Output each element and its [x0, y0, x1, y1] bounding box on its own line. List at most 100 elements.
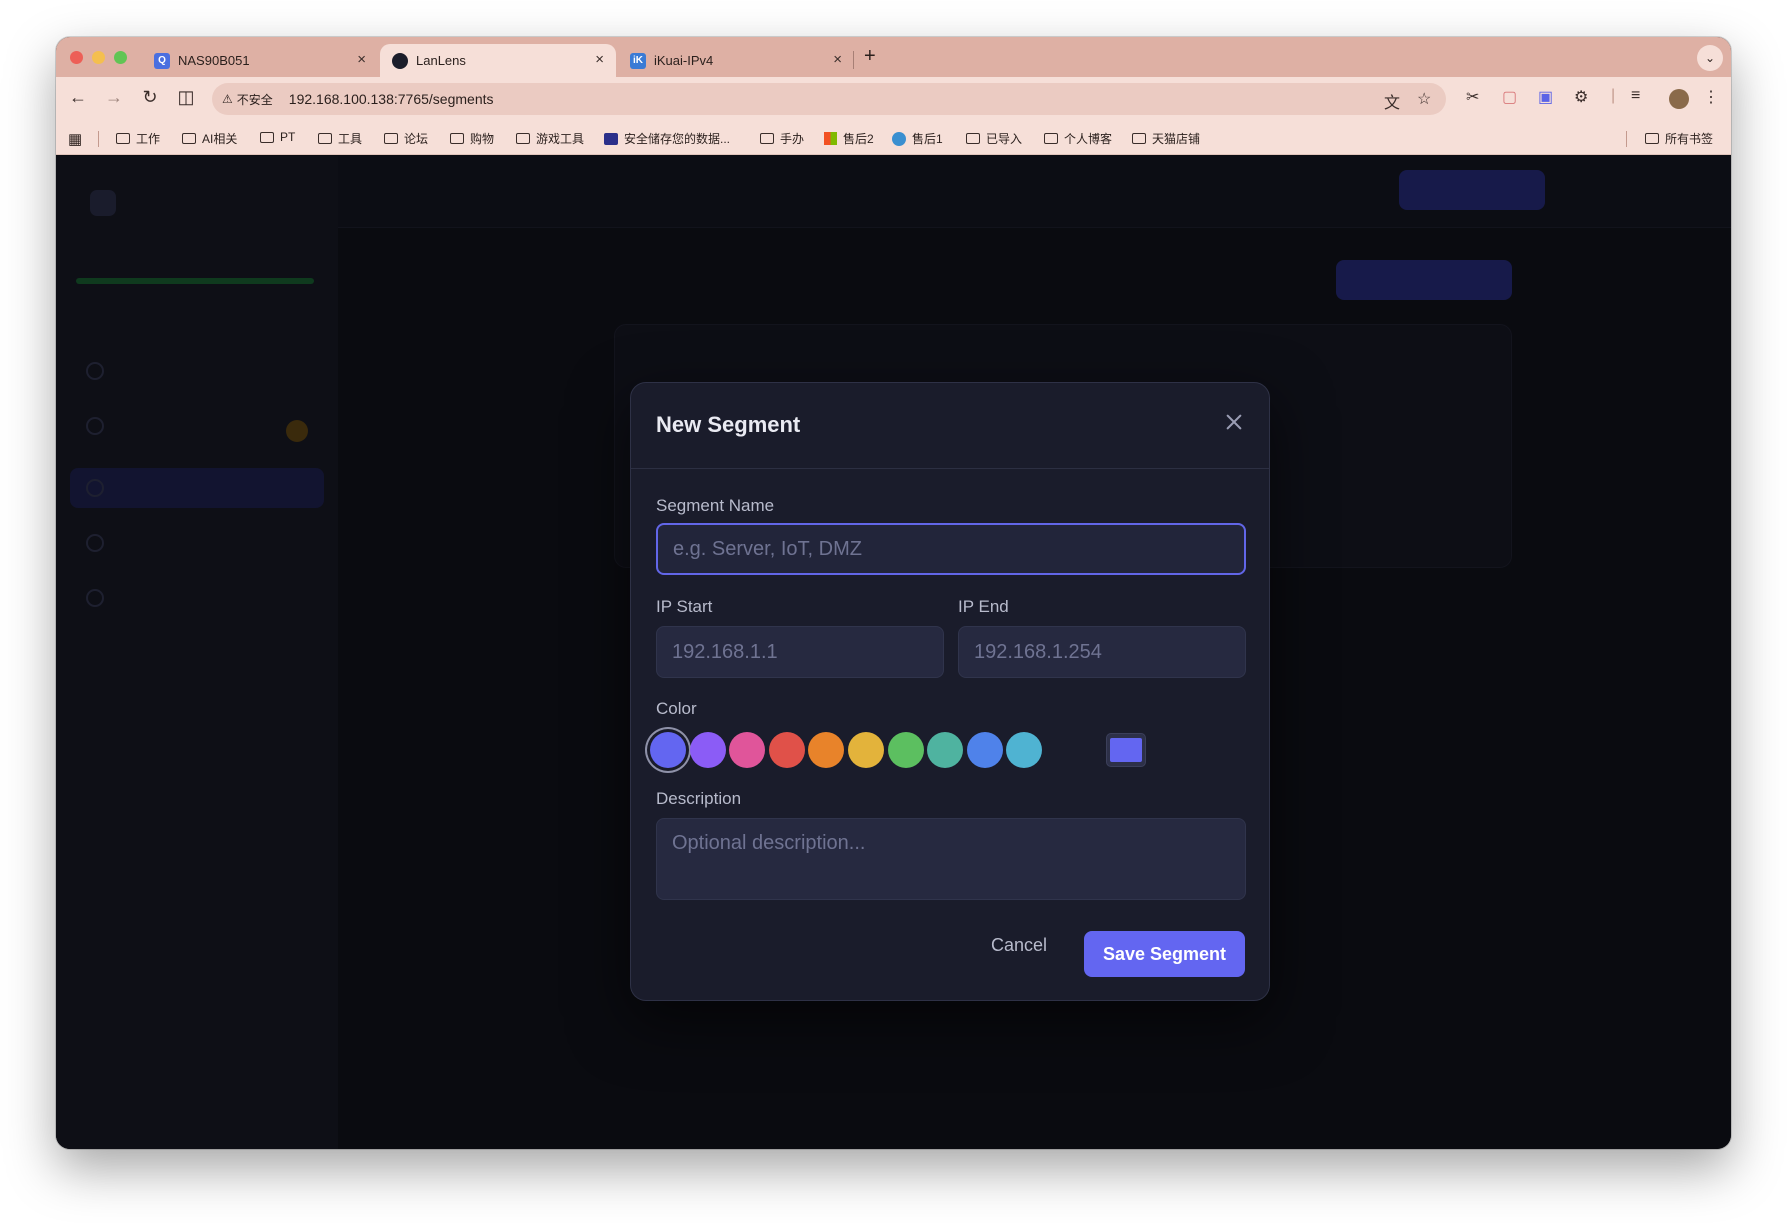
extension-bilibili-icon[interactable]: ▢ — [1502, 87, 1517, 107]
color-swatch[interactable] — [650, 732, 686, 768]
ip-end-input[interactable] — [958, 626, 1246, 678]
bookmark-link[interactable]: 售后2 — [824, 130, 874, 147]
maximize-window-button[interactable] — [114, 51, 127, 64]
all-bookmarks-folder[interactable]: 所有书签 — [1645, 130, 1713, 147]
globe-icon — [892, 131, 906, 146]
sidebar-item-segments-active[interactable] — [70, 468, 324, 508]
apps-grid-icon[interactable]: ▦ — [68, 130, 82, 148]
bookmark-label: 售后2 — [843, 132, 874, 146]
top-bar — [338, 156, 1731, 228]
profile-avatar[interactable] — [1669, 89, 1689, 109]
bookmark-folder[interactable]: 手办 — [760, 130, 804, 147]
segment-name-input[interactable] — [656, 523, 1246, 575]
color-swatch[interactable] — [768, 732, 805, 768]
description-label: Description — [656, 789, 742, 808]
color-swatch[interactable] — [808, 732, 845, 768]
reload-icon[interactable]: ↻ — [138, 87, 162, 108]
bookmark-folder[interactable]: 工作 — [116, 130, 160, 147]
extensions-puzzle-icon[interactable]: ⚙ — [1574, 87, 1588, 107]
description-textarea[interactable] — [656, 818, 1246, 900]
bookmark-folder[interactable]: 论坛 — [384, 130, 428, 147]
close-window-button[interactable] — [70, 51, 83, 64]
bookmark-star-icon[interactable]: ☆ — [1417, 89, 1431, 109]
color-label: Color — [656, 699, 697, 718]
bookmark-label: 个人博客 — [1064, 132, 1113, 146]
cancel-button[interactable]: Cancel — [991, 935, 1047, 956]
extension-app-icon[interactable]: ▣ — [1538, 87, 1553, 107]
close-tab-icon[interactable]: × — [595, 51, 604, 68]
segment-name-label: Segment Name — [656, 496, 775, 515]
color-swatch[interactable] — [689, 732, 726, 768]
custom-color-preview — [1110, 738, 1142, 762]
bookmark-folder[interactable]: 已导入 — [966, 130, 1022, 147]
bookmark-link[interactable]: 售后1 — [892, 130, 943, 147]
ip-start-label: IP Start — [656, 597, 713, 616]
bookmark-link[interactable]: 安全储存您的数据... — [604, 130, 730, 147]
bookmarks-bar: ▦ 工作 AI相关 PT 工具 论坛 购物 游戏工具 安全储存您的数据... 手… — [56, 121, 1731, 155]
new-tab-button[interactable]: + — [864, 45, 876, 68]
back-arrow-icon[interactable]: ← — [66, 87, 90, 108]
insecure-indicator[interactable]: ⚠ 不安全 — [222, 91, 273, 108]
sidebar-item-settings[interactable] — [86, 583, 104, 613]
close-icon[interactable] — [1223, 411, 1245, 433]
secure-storage-icon — [604, 132, 618, 145]
app-logo-icon — [90, 190, 116, 216]
scan-now-button[interactable] — [1399, 170, 1545, 210]
folder-icon — [116, 133, 130, 144]
new-segment-button[interactable] — [1336, 260, 1512, 300]
bookmark-folder[interactable]: 购物 — [450, 130, 494, 147]
bookmark-folder[interactable]: 游戏工具 — [516, 130, 584, 147]
save-segment-button[interactable]: Save Segment — [1084, 931, 1245, 977]
gear-icon — [86, 589, 104, 607]
bookmark-label: 售后1 — [912, 132, 943, 146]
scan-icon — [86, 534, 104, 552]
custom-color-picker[interactable] — [1106, 733, 1146, 767]
bookmark-folder[interactable]: PT — [260, 130, 295, 144]
color-swatch[interactable] — [1006, 732, 1043, 768]
bookmarks-divider — [98, 131, 99, 147]
folder-icon — [1645, 133, 1659, 144]
color-swatch[interactable] — [887, 732, 924, 768]
tab-ikuai[interactable]: iK iKuai-IPv4 × — [618, 44, 854, 77]
segments-icon — [86, 479, 104, 497]
close-tab-icon[interactable]: × — [357, 51, 366, 68]
kebab-menu-icon[interactable]: ⋮ — [1703, 87, 1719, 107]
bookmark-folder[interactable]: AI相关 — [182, 130, 237, 147]
split-view-icon[interactable]: ◫ — [174, 87, 198, 108]
tab-lanlens[interactable]: LanLens × — [380, 44, 616, 77]
color-swatch[interactable] — [729, 732, 766, 768]
tab-search-chevron-icon[interactable]: ⌄ — [1697, 45, 1723, 71]
bookmark-label: 工作 — [136, 132, 161, 146]
folder-icon — [760, 133, 774, 144]
sidebar-item-notifications[interactable] — [86, 411, 104, 441]
folder-icon — [182, 133, 196, 144]
media-queue-icon[interactable]: ≡ — [1631, 87, 1640, 105]
bookmark-label: 游戏工具 — [536, 132, 585, 146]
folder-icon — [260, 131, 274, 143]
sidebar — [56, 156, 338, 1149]
tab-nas[interactable]: Q NAS90B051 × — [142, 44, 378, 77]
color-swatch[interactable] — [966, 732, 1003, 768]
bookmark-folder[interactable]: 天猫店铺 — [1132, 130, 1200, 147]
browser-window: Q NAS90B051 × LanLens × iK iKuai-IPv4 × … — [56, 37, 1731, 1149]
forward-arrow-icon[interactable]: → — [102, 87, 126, 108]
folder-icon — [1044, 133, 1058, 144]
address-bar[interactable]: ⚠ 不安全 192.168.100.138:7765/segments 文 ☆ — [212, 83, 1446, 115]
bookmark-folder[interactable]: 工具 — [318, 130, 362, 147]
sidebar-item-dashboard[interactable] — [86, 356, 104, 386]
url-text[interactable]: 192.168.100.138:7765/segments — [289, 91, 494, 107]
bookmarks-divider — [1626, 131, 1627, 147]
sidebar-item-segments[interactable] — [86, 473, 104, 503]
translate-icon[interactable]: 文 — [1384, 89, 1400, 113]
color-swatch[interactable] — [848, 732, 884, 768]
minimize-window-button[interactable] — [92, 51, 105, 64]
dialog-title: New Segment — [656, 412, 801, 437]
bookmark-folder[interactable]: 个人博客 — [1044, 130, 1112, 147]
sidebar-item-deep-scan[interactable] — [86, 528, 104, 558]
ip-start-input[interactable] — [656, 626, 944, 678]
close-tab-icon[interactable]: × — [833, 51, 842, 68]
folder-icon — [450, 133, 464, 144]
bookmark-label: 购物 — [470, 132, 495, 146]
extension-scissors-icon[interactable]: ✂ — [1466, 87, 1479, 107]
color-swatch[interactable] — [927, 732, 964, 768]
